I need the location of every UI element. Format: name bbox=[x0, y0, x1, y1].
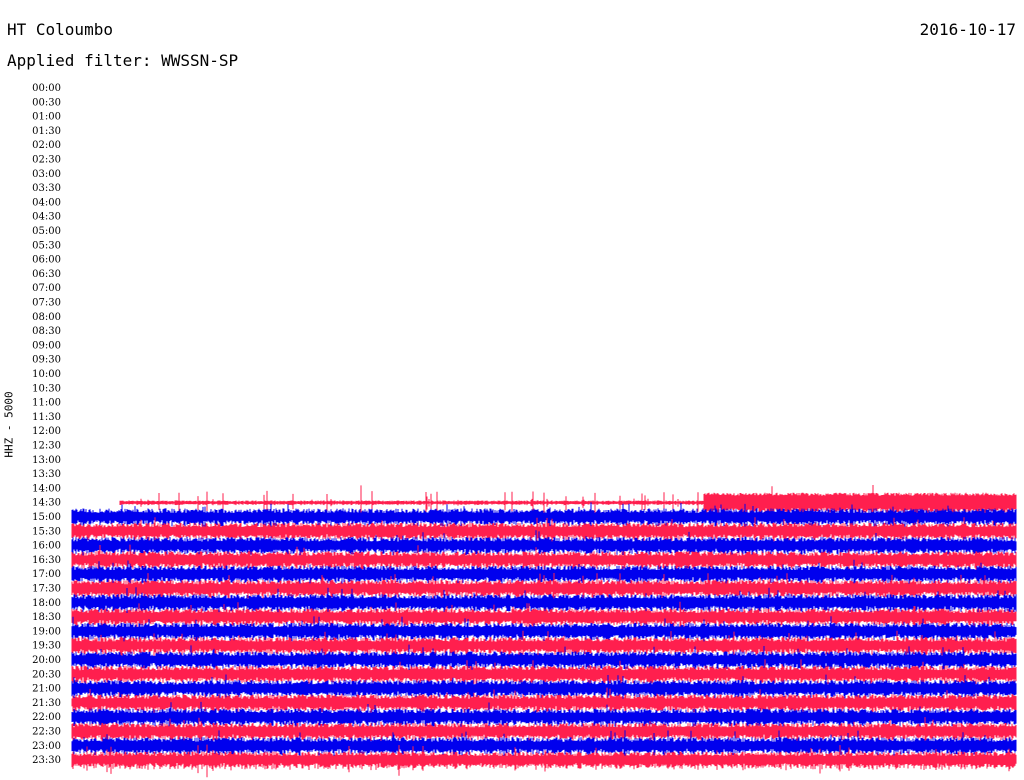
row-tick-label: 15:00 bbox=[32, 512, 61, 523]
row-tick-label: 08:00 bbox=[32, 312, 61, 323]
row-tick-label: 02:30 bbox=[32, 155, 61, 166]
row-tick-label: 06:30 bbox=[32, 269, 61, 280]
row-tick-label: 01:00 bbox=[32, 112, 61, 123]
row-tick-label: 10:00 bbox=[32, 369, 61, 380]
row-tick-label: 10:30 bbox=[32, 383, 61, 394]
row-tick-label: 09:00 bbox=[32, 340, 61, 351]
row-tick-label: 22:30 bbox=[32, 727, 61, 738]
row-tick-label: 17:30 bbox=[32, 584, 61, 595]
row-tick-label: 21:00 bbox=[32, 684, 61, 695]
row-tick-label: 07:30 bbox=[32, 298, 61, 309]
row-tick-label: 05:30 bbox=[32, 240, 61, 251]
row-tick-label: 06:00 bbox=[32, 255, 61, 266]
row-tick-label: 14:30 bbox=[32, 498, 61, 509]
row-tick-label: 13:00 bbox=[32, 455, 61, 466]
row-tick-label: 09:30 bbox=[32, 355, 61, 366]
row-tick-label: 03:30 bbox=[32, 183, 61, 194]
seismogram-traces bbox=[71, 485, 1017, 778]
row-tick-label: 13:30 bbox=[32, 469, 61, 480]
row-tick-label: 07:00 bbox=[32, 283, 61, 294]
row-tick-label: 18:30 bbox=[32, 612, 61, 623]
row-tick-label: 20:30 bbox=[32, 669, 61, 680]
row-tick-label: 19:30 bbox=[32, 641, 61, 652]
row-tick-label: 01:30 bbox=[32, 126, 61, 137]
row-tick-label: 11:00 bbox=[32, 398, 61, 409]
row-tick-label: 18:00 bbox=[32, 598, 61, 609]
row-tick-label: 23:00 bbox=[32, 741, 61, 752]
row-tick-label: 03:00 bbox=[32, 169, 61, 180]
row-tick-label: 16:30 bbox=[32, 555, 61, 566]
row-tick-label: 08:30 bbox=[32, 326, 61, 337]
row-tick-label: 02:00 bbox=[32, 140, 61, 151]
row-tick-label: 04:30 bbox=[32, 212, 61, 223]
row-tick-label: 15:30 bbox=[32, 526, 61, 537]
row-tick-label: 17:00 bbox=[32, 569, 61, 580]
row-tick-labels: 00:00 00:30 01:00 01:30 02:00 02:30 03:00 03:30… bbox=[32, 83, 61, 766]
row-tick-label: 00:00 bbox=[32, 83, 61, 94]
helicorder-plot: 00:00 00:30 01:00 01:30 02:00 02:30 03:00 03:30… bbox=[32, 83, 1017, 778]
row-tick-label: 16:00 bbox=[32, 541, 61, 552]
row-tick-label: 11:30 bbox=[32, 412, 61, 423]
row-tick-label: 12:30 bbox=[32, 441, 61, 452]
row-tick-label: 14:00 bbox=[32, 483, 61, 494]
row-tick-label: 21:30 bbox=[32, 698, 61, 709]
row-tick-label: 00:30 bbox=[32, 97, 61, 108]
row-tick-label: 19:00 bbox=[32, 626, 61, 637]
row-tick-label: 05:00 bbox=[32, 226, 61, 237]
row-tick-label: 12:00 bbox=[32, 426, 61, 437]
row-tick-label: 20:00 bbox=[32, 655, 61, 666]
row-tick-label: 22:00 bbox=[32, 712, 61, 723]
row-tick-label: 04:00 bbox=[32, 197, 61, 208]
row-tick-label: 23:30 bbox=[32, 755, 61, 766]
